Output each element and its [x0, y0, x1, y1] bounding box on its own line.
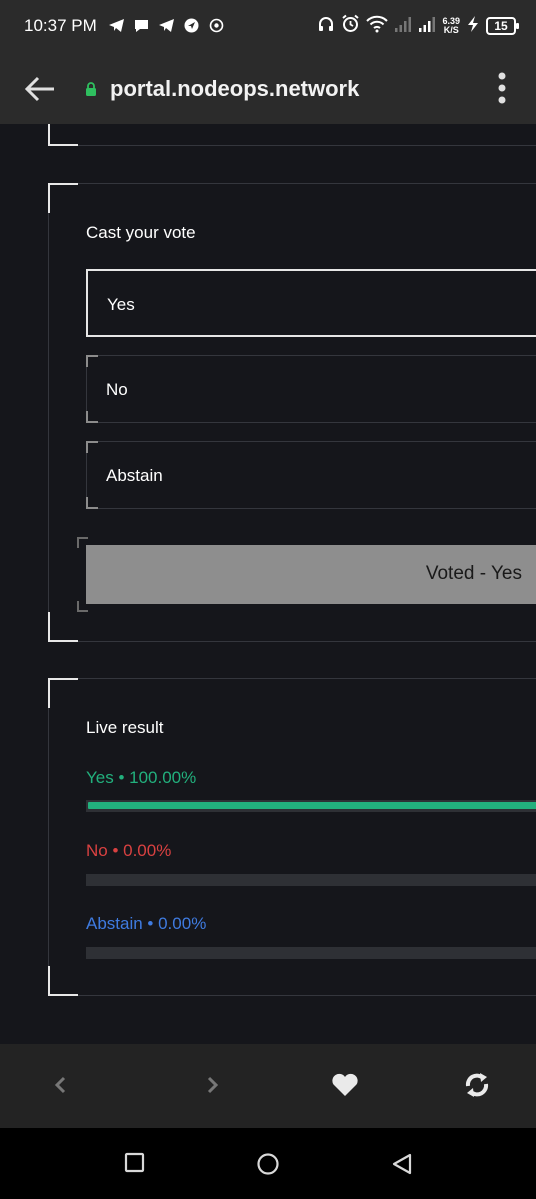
signal-icon: [418, 16, 436, 37]
charging-icon: [466, 15, 480, 38]
chat-icon: [133, 17, 150, 34]
heart-icon[interactable]: [330, 1070, 360, 1105]
status-time: 10:37 PM: [24, 16, 97, 35]
telegram-icon: [158, 17, 175, 34]
back-arrow-icon[interactable]: [24, 74, 56, 109]
system-back-icon[interactable]: [390, 1152, 414, 1181]
vote-option-label: Abstain: [106, 466, 163, 485]
location-icon: [183, 17, 200, 34]
live-result-title: Live result: [86, 718, 164, 737]
result-abstain-bar: [86, 947, 536, 959]
battery-icon: 15: [486, 17, 519, 35]
home-icon[interactable]: [256, 1152, 280, 1181]
vote-option-label: No: [106, 380, 128, 399]
browser-url-bar: portal.nodeops.network: [0, 52, 536, 124]
wifi-icon: [366, 15, 389, 38]
notification-icons: [108, 17, 225, 34]
live-result-card: Live result Yes • 100.00% No • 0.00% Abs…: [48, 678, 536, 996]
system-nav-bar: [0, 1128, 536, 1199]
vote-option-no[interactable]: No: [86, 355, 536, 423]
recents-icon[interactable]: [124, 1152, 146, 1179]
vote-option-yes[interactable]: Yes: [86, 269, 536, 337]
vote-title: Cast your vote: [86, 223, 196, 242]
result-yes-fill: [88, 802, 536, 809]
page-content: Cast your vote Yes No Abstain Voted - Ye…: [0, 124, 536, 1044]
vote-card: Cast your vote Yes No Abstain Voted - Ye…: [48, 183, 536, 642]
lock-icon: [85, 82, 97, 101]
vote-option-label: Yes: [107, 295, 135, 314]
more-menu-icon[interactable]: [498, 72, 506, 109]
result-no-label: No • 0.00%: [86, 841, 172, 860]
voted-button-label: Voted - Yes: [425, 563, 522, 584]
result-abstain-label: Abstain • 0.00%: [86, 914, 207, 933]
voted-button[interactable]: Voted - Yes: [86, 545, 536, 604]
network-speed-unit: K/S: [443, 25, 459, 35]
headphones-icon: [317, 15, 335, 38]
result-no-bar: [86, 874, 536, 886]
network-speed: 6.39 K/S: [442, 17, 460, 35]
result-yes-bar: [86, 800, 536, 812]
signal-icon: [394, 16, 412, 37]
browser-toolbar: [0, 1044, 536, 1128]
refresh-icon[interactable]: [462, 1070, 492, 1105]
telegram-icon: [108, 17, 125, 34]
whatsapp-icon: [208, 17, 225, 34]
vote-option-abstain[interactable]: Abstain: [86, 441, 536, 509]
result-yes-label: Yes • 100.00%: [86, 768, 197, 787]
nav-forward-icon[interactable]: [203, 1070, 223, 1105]
alarm-icon: [341, 14, 360, 38]
previous-card: [48, 124, 536, 146]
status-bar: 10:37 PM 6.39 K/S 15: [0, 0, 536, 52]
nav-back-icon[interactable]: [50, 1070, 70, 1105]
url-text[interactable]: portal.nodeops.network: [110, 76, 359, 102]
system-status-icons: 6.39 K/S 15: [317, 14, 519, 38]
